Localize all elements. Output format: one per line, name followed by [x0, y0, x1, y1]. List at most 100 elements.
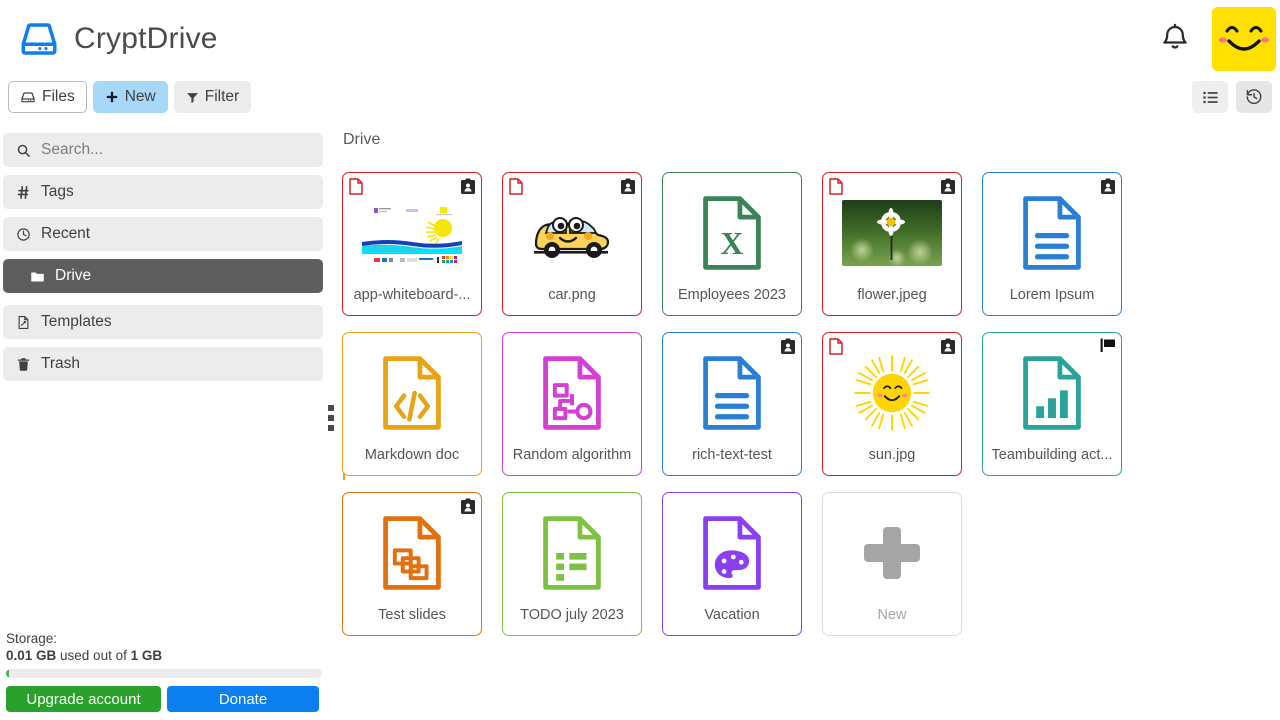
- sun-thumbnail: [854, 355, 930, 431]
- sidebar-item-label: Tags: [41, 183, 74, 201]
- sidebar-item-label: Templates: [41, 313, 112, 331]
- history-icon[interactable]: [1236, 81, 1272, 113]
- view-toggle-group: [1192, 81, 1272, 113]
- app-title: CryptDrive: [74, 22, 218, 55]
- file-name: Lorem Ipsum: [1009, 287, 1095, 303]
- trash-icon: [15, 356, 32, 373]
- file-name: sun.jpg: [868, 447, 916, 463]
- contact-badge-icon: [940, 178, 956, 195]
- toolbar: Files New Filter: [8, 81, 252, 113]
- spreadsheet-icon: X: [703, 196, 761, 270]
- file-name: Markdown doc: [364, 447, 460, 463]
- file-name: rich-text-test: [692, 447, 772, 463]
- contact-badge-icon: [780, 338, 796, 355]
- brand[interactable]: CryptDrive: [18, 18, 218, 60]
- breadcrumb: Drive: [343, 131, 381, 148]
- cryptdrive-app: CryptDrive Files New Filter Search... Ta…: [0, 0, 1280, 720]
- search-icon: [15, 142, 32, 159]
- funnel-icon: [186, 91, 199, 104]
- file-corner-icon: [829, 338, 843, 355]
- avatar[interactable]: [1212, 7, 1276, 71]
- new-file-label: New: [877, 607, 907, 623]
- upgrade-account-button[interactable]: Upgrade account: [6, 686, 161, 712]
- file-icon: [503, 333, 641, 445]
- storage-used-suffix: used out of: [56, 648, 131, 663]
- list-view-icon[interactable]: [1192, 81, 1228, 113]
- text-document-icon: [703, 356, 761, 430]
- sidebar-resize-handle[interactable]: [328, 405, 336, 431]
- sidebar-item-templates[interactable]: Templates: [3, 305, 323, 339]
- filter-button-label: Filter: [204, 88, 240, 105]
- file-tile-vacation[interactable]: Vacation: [662, 492, 802, 636]
- file-name: Random algorithm: [512, 447, 632, 463]
- sidebar-item-search[interactable]: Search...: [3, 133, 323, 167]
- new-file-tile[interactable]: New: [822, 492, 962, 636]
- file-name: TODO july 2023: [520, 607, 624, 623]
- contact-badge-icon: [620, 178, 636, 195]
- storage-progress-bar: [6, 669, 322, 678]
- flower-thumbnail: [842, 200, 942, 266]
- contact-badge-icon: [1100, 178, 1116, 195]
- palette-document-icon: [703, 516, 761, 590]
- file-tile-todo-july-2023[interactable]: TODO july 2023: [502, 492, 642, 636]
- file-tile-sun[interactable]: sun.jpg: [822, 332, 962, 476]
- file-name: Employees 2023: [677, 287, 786, 303]
- files-button[interactable]: Files: [8, 81, 87, 113]
- file-tile-app-whiteboard[interactable]: app-whiteboard-...: [342, 172, 482, 316]
- plus-large-icon: [823, 493, 961, 605]
- file-grid: app-whiteboard-... car.png X Employees 2…: [342, 172, 1122, 652]
- storage-label: Storage:: [6, 631, 58, 646]
- storage-panel: Storage: 0.01 GB used out of 1 GB Upgrad…: [6, 630, 324, 712]
- template-icon: [15, 314, 32, 331]
- sidebar-item-label: Trash: [41, 355, 81, 373]
- file-corner-icon: [829, 178, 843, 195]
- file-tile-employees-2023[interactable]: X Employees 2023: [662, 172, 802, 316]
- text-document-icon: [1023, 196, 1081, 270]
- sidebar-item-label: Recent: [41, 225, 91, 243]
- storage-total-value: 1 GB: [130, 648, 163, 663]
- smiley-avatar-icon: [1212, 7, 1276, 71]
- donate-button[interactable]: Donate: [167, 686, 319, 712]
- file-icon: X: [663, 173, 801, 285]
- storage-progress-fill: [6, 669, 10, 678]
- code-document-icon: [383, 356, 441, 430]
- storage-actions: Upgrade account Donate: [6, 686, 324, 712]
- flag-badge-icon: [1100, 338, 1116, 355]
- sidebar-item-tags[interactable]: Tags: [3, 175, 323, 209]
- file-name: flower.jpeg: [857, 287, 927, 303]
- todo-document-icon: [543, 516, 601, 590]
- storage-used-value: 0.01 GB: [6, 648, 57, 663]
- file-tile-car[interactable]: car.png: [502, 172, 642, 316]
- file-icon: [663, 493, 801, 605]
- notification-bell-icon[interactable]: [1158, 22, 1192, 56]
- chart-document-icon: [1023, 356, 1081, 430]
- main-content: Drive app-whiteboard-... car.png X Emplo…: [340, 131, 1280, 720]
- contact-badge-icon: [460, 178, 476, 195]
- hard-drive-icon: [18, 18, 60, 60]
- file-tile-lorem-ipsum[interactable]: Lorem Ipsum: [982, 172, 1122, 316]
- file-icon: [343, 333, 481, 445]
- file-name: Vacation: [704, 607, 760, 623]
- file-tile-rich-text-test[interactable]: rich-text-test: [662, 332, 802, 476]
- filter-button[interactable]: Filter: [173, 81, 252, 113]
- file-name: car.png: [548, 287, 596, 303]
- slides-document-icon: [383, 516, 441, 590]
- sidebar-item-drive[interactable]: Drive: [3, 259, 323, 293]
- file-tile-test-slides[interactable]: Test slides: [342, 492, 482, 636]
- sidebar-item-recent[interactable]: Recent: [3, 217, 323, 251]
- file-tile-flower[interactable]: flower.jpeg: [822, 172, 962, 316]
- file-tile-markdown-doc[interactable]: Markdown doc: [342, 332, 482, 476]
- new-button-label: New: [124, 88, 156, 105]
- contact-badge-icon: [460, 498, 476, 515]
- file-tile-teambuilding[interactable]: Teambuilding act...: [982, 332, 1122, 476]
- folder-icon: [29, 268, 46, 285]
- file-name: Test slides: [378, 607, 446, 623]
- new-button[interactable]: New: [92, 81, 168, 113]
- file-tile-random-algorithm[interactable]: Random algorithm: [502, 332, 642, 476]
- sidebar-item-trash[interactable]: Trash: [3, 347, 323, 381]
- file-grid-row: Markdown doc Random algorithm rich-text-…: [342, 332, 1122, 476]
- files-button-label: Files: [42, 88, 75, 105]
- contact-badge-icon: [940, 338, 956, 355]
- file-name: app-whiteboard-...: [353, 287, 471, 303]
- search-input[interactable]: Search...: [41, 142, 103, 158]
